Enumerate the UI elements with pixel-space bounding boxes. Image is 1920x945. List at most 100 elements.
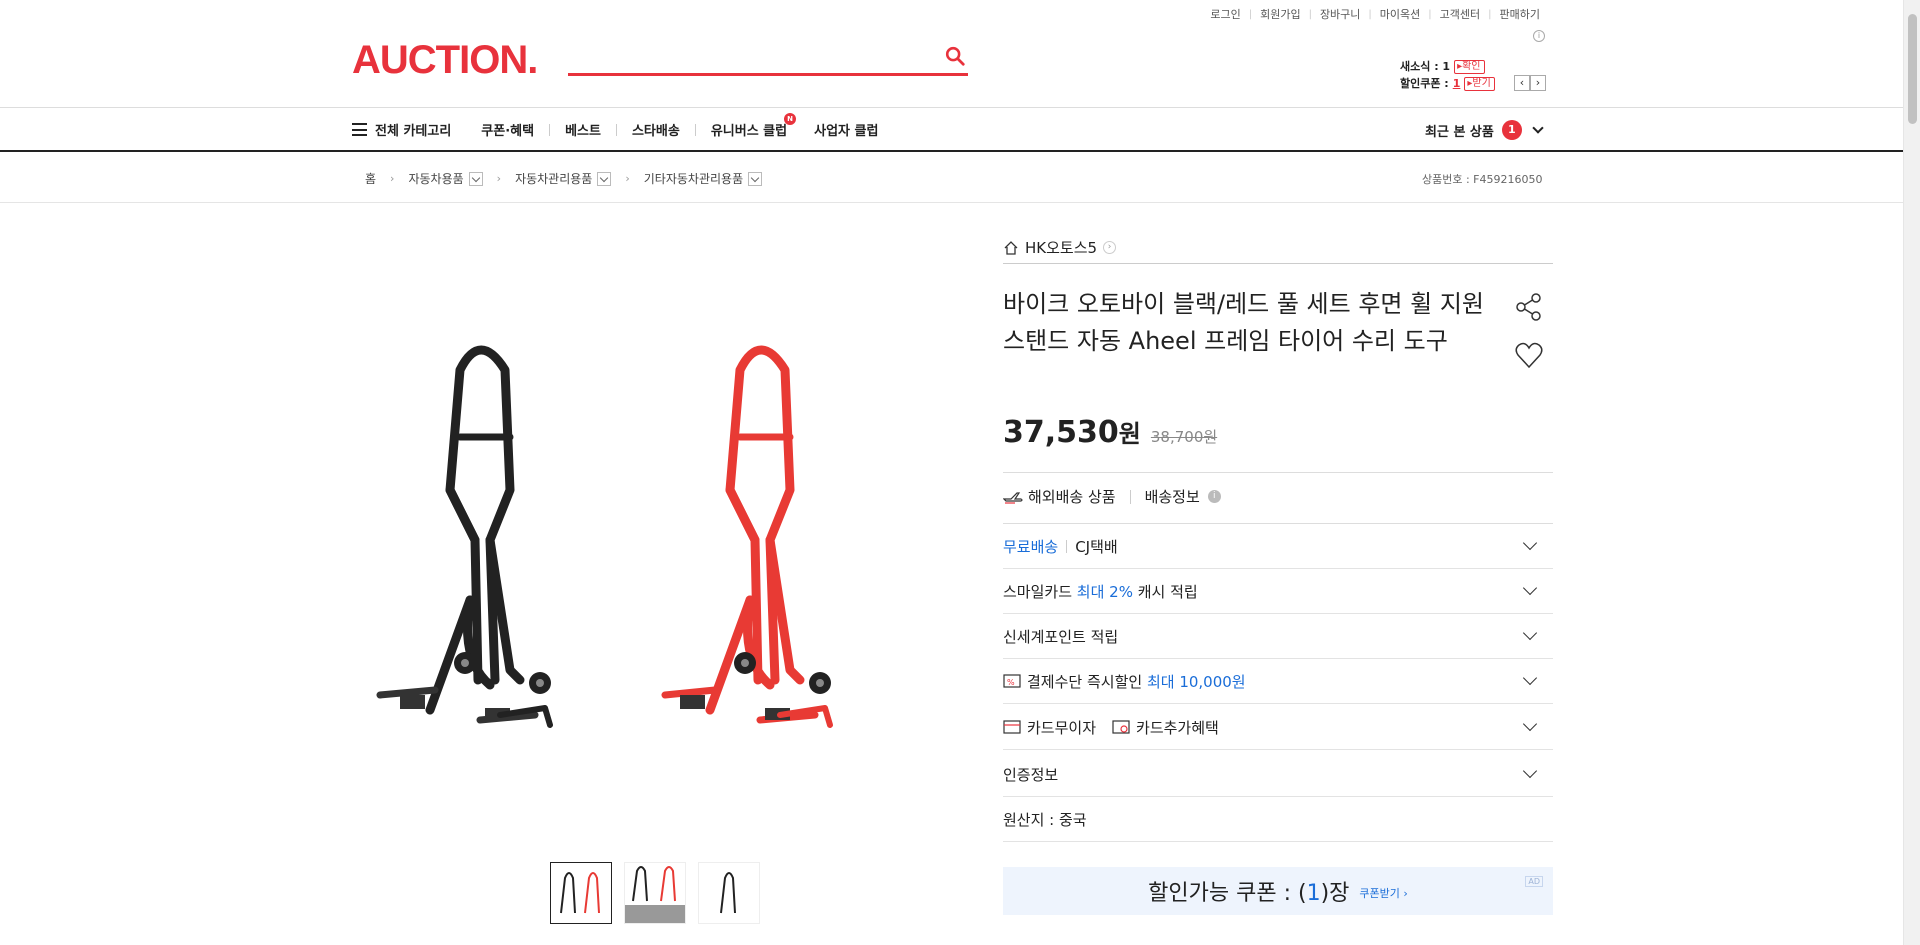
search-bar (568, 40, 968, 76)
dropdown-icon[interactable] (748, 171, 763, 186)
shipping-row: 해외배송 상품 배송정보 i (1003, 486, 1221, 507)
utility-links: 로그인 | 회원가입 | 장바구니 | 마이옥션 | 고객센터 | 판매하기 (1202, 6, 1548, 22)
recent-count-badge: 1 (1501, 120, 1522, 140)
free-shipping-accordion[interactable]: 무료배송 CJ택배 (1003, 524, 1553, 569)
seller-shop-link[interactable]: HK오토스5 › (1003, 232, 1553, 264)
coupon-get-button[interactable]: ▸받기 (1464, 76, 1495, 91)
search-icon[interactable] (944, 45, 966, 67)
thumbnail-2[interactable] (624, 862, 686, 924)
recent-viewed-button[interactable]: 최근 본 상품 1 (1425, 120, 1544, 140)
search-input[interactable] (568, 40, 928, 72)
dropdown-icon[interactable] (468, 171, 483, 186)
chevron-down-icon (1532, 121, 1544, 134)
info-icon[interactable]: i (1533, 30, 1545, 42)
card-benefit-accordion[interactable]: 카드무이자 카드추가혜택 (1003, 705, 1553, 750)
main-nav: 전체 카테고리 쿠폰·혜택 베스트 스타배송 유니버스 클럽 N 사업자 클럽 최… (0, 107, 1903, 152)
thumbnail-image (720, 872, 736, 914)
recent-label: 최근 본 상품 (1425, 124, 1494, 140)
home-icon (1004, 240, 1018, 255)
ad-badge: AD (1525, 876, 1543, 887)
info-icon[interactable]: i (1207, 490, 1221, 503)
prev-button[interactable]: ‹ (1514, 75, 1530, 91)
acc-divider (1066, 539, 1068, 553)
thumbnail-list (550, 862, 760, 924)
payment-discount-max: 최대 10,000원 (1146, 672, 1246, 691)
nav-business-club[interactable]: 사업자 클럽 (814, 120, 878, 139)
shinsegae-point-accordion[interactable]: 신세계포인트 적립 (1003, 614, 1553, 659)
chevron-right-icon: › (390, 172, 395, 185)
breadcrumb-item[interactable]: 자동차관리용품 (515, 170, 592, 187)
sale-price: 37,530 (1003, 415, 1119, 450)
nav-star-delivery[interactable]: 스타배송 (632, 120, 680, 139)
coupon-available-count: 1 (1306, 881, 1321, 906)
signup-link[interactable]: 회원가입 (1252, 6, 1308, 22)
carrier-label: CJ택배 (1075, 537, 1118, 556)
nav-coupon-benefit[interactable]: 쿠폰·혜택 (481, 120, 534, 139)
customer-center-link[interactable]: 고객센터 (1432, 6, 1488, 22)
scrollbar-thumb[interactable] (1908, 14, 1917, 124)
card-extra-benefit-label: 카드추가혜택 (1136, 718, 1219, 737)
vertical-scrollbar[interactable] (1903, 0, 1920, 945)
discount-card-icon: % (1003, 674, 1021, 688)
chevron-right-icon: › (1103, 241, 1117, 254)
menu-icon (352, 123, 367, 136)
smile-card-rate: 최대 2% (1076, 582, 1133, 601)
thumbnail-image (560, 872, 600, 914)
shipping-info-link[interactable]: 배송정보 (1145, 486, 1200, 507)
auction-logo[interactable]: AUCTION. (352, 38, 538, 82)
card-free-interest-label: 카드무이자 (1027, 718, 1097, 737)
origin-row: 원산지 : 중국 (1003, 797, 1553, 842)
share-icon[interactable] (1514, 292, 1544, 322)
product-number: 상품번호 : F459216050 (1422, 173, 1543, 186)
card-icon (1003, 720, 1021, 734)
chevron-down-icon (1522, 670, 1538, 686)
origin-label: 원산지 : 중국 (1003, 810, 1087, 829)
payment-discount-label: 결제수단 즉시할인 (1027, 672, 1143, 691)
nav-universe-club[interactable]: 유니버스 클럽 N (711, 113, 797, 139)
coupon-count[interactable]: 1 (1453, 75, 1461, 92)
breadcrumb-bar: 홈 › 자동차용품 › 자동차관리용품 › 기타자동차관리용품 상품번호 : F… (0, 153, 1903, 203)
coupon-text: 할인가능 쿠폰 : (1)장 (1148, 881, 1350, 906)
new-badge: N (784, 113, 797, 125)
thumbnail-1[interactable] (550, 862, 612, 924)
price-block: 37,530 원 38,700원 (1003, 414, 1217, 450)
card-plus-icon (1112, 720, 1130, 734)
product-title: 바이크 오토바이 블랙/레드 풀 세트 후면 휠 지원 스탠드 자동 Aheel… (1003, 290, 1485, 355)
chevron-right-icon: › (625, 172, 630, 185)
next-button[interactable]: › (1530, 75, 1546, 91)
smile-card-accordion[interactable]: 스마일카드 최대 2% 캐시 적립 (1003, 569, 1553, 614)
free-shipping-label: 무료배송 (1003, 537, 1059, 556)
breadcrumb-home[interactable]: 홈 (365, 170, 376, 187)
sell-link[interactable]: 판매하기 (1492, 6, 1548, 22)
cart-link[interactable]: 장바구니 (1312, 6, 1368, 22)
notice-box: 새소식 : 1 ▸확인 할인쿠폰 : 1 ▸받기 (1400, 58, 1495, 92)
breadcrumb-item[interactable]: 기타자동차관리용품 (644, 170, 743, 187)
certification-accordion[interactable]: 인증정보 (1003, 752, 1553, 797)
all-category-label: 전체 카테고리 (375, 124, 452, 139)
news-check-button[interactable]: ▸확인 (1454, 59, 1485, 74)
my-auction-link[interactable]: 마이옥션 (1372, 6, 1428, 22)
notice-pager: ‹ › (1514, 75, 1546, 91)
payment-discount-accordion[interactable]: % 결제수단 즉시할인 최대 10,000원 (1003, 659, 1553, 704)
all-category-button[interactable]: 전체 카테고리 (352, 120, 451, 139)
breadcrumb-item[interactable]: 자동차용품 (408, 170, 463, 187)
nav-divider (549, 123, 551, 136)
login-link[interactable]: 로그인 (1202, 6, 1248, 22)
nav-best[interactable]: 베스트 (565, 120, 601, 139)
thumbnail-3[interactable] (698, 862, 760, 924)
heart-icon[interactable] (1514, 341, 1544, 371)
chevron-down-icon (1522, 716, 1538, 732)
original-price: 38,700원 (1150, 428, 1218, 446)
ship-divider (1129, 489, 1131, 504)
chevron-down-icon (1522, 580, 1538, 596)
divider (1003, 472, 1553, 473)
overseas-label: 해외배송 상품 (1028, 488, 1116, 506)
chevron-down-icon (1522, 625, 1538, 641)
svg-text:%: % (1007, 678, 1015, 687)
get-coupon-button[interactable]: 쿠폰받기 › (1359, 885, 1407, 901)
product-main-image[interactable] (360, 340, 930, 760)
dropdown-icon[interactable] (597, 171, 612, 186)
chevron-down-icon (1522, 763, 1538, 779)
coupon-banner[interactable]: 할인가능 쿠폰 : (1)장 쿠폰받기 › AD (1003, 867, 1553, 915)
smile-card-suffix: 캐시 적립 (1137, 582, 1198, 601)
